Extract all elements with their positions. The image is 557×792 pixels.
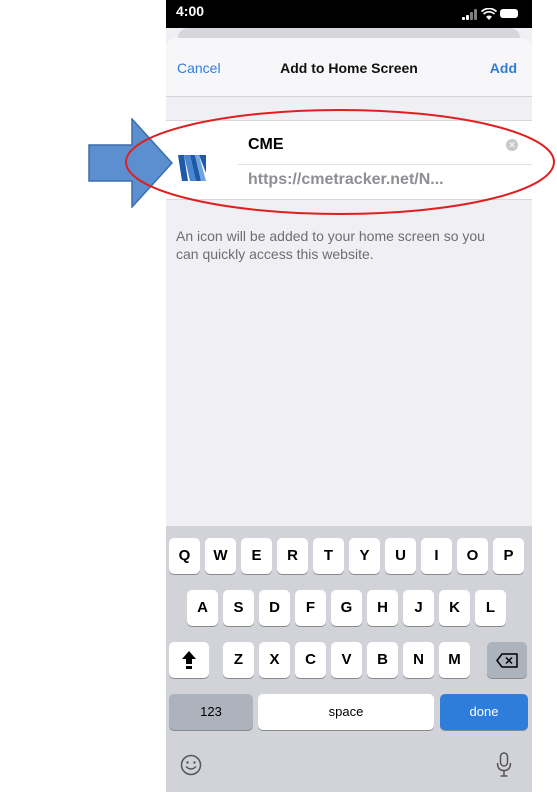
keyboard: Q W E R T Y U I O P A S D F G H J K L Z … [166,526,532,792]
key-z[interactable]: Z [223,642,254,678]
key-e[interactable]: E [241,538,272,574]
key-t[interactable]: T [313,538,344,574]
key-v[interactable]: V [331,642,362,678]
key-s[interactable]: S [223,590,254,626]
nav-bar: Cancel Add to Home Screen Add [166,38,532,96]
key-k[interactable]: K [439,590,470,626]
key-l[interactable]: L [475,590,506,626]
status-bar: 4:00 [166,0,532,28]
signal-icon [462,8,478,20]
microphone-icon[interactable] [496,752,512,778]
key-o[interactable]: O [457,538,488,574]
status-time: 4:00 [176,3,205,19]
key-c[interactable]: C [295,642,326,678]
status-icons [462,8,520,20]
space-key[interactable]: space [258,694,434,730]
delete-key[interactable] [487,642,527,678]
key-y[interactable]: Y [349,538,380,574]
emoji-icon[interactable] [180,754,202,776]
key-b[interactable]: B [367,642,398,678]
key-h[interactable]: H [367,590,398,626]
key-j[interactable]: J [403,590,434,626]
key-a[interactable]: A [187,590,218,626]
key-n[interactable]: N [403,642,434,678]
key-p[interactable]: P [493,538,524,574]
delete-icon [496,653,518,668]
key-u[interactable]: U [385,538,416,574]
battery-icon [500,9,518,18]
key-m[interactable]: M [439,642,470,678]
nav-divider [166,96,532,97]
shift-icon [182,651,196,669]
key-r[interactable]: R [277,538,308,574]
key-x[interactable]: X [259,642,290,678]
numbers-key[interactable]: 123 [169,694,253,730]
key-f[interactable]: F [295,590,326,626]
key-g[interactable]: G [331,590,362,626]
shift-key[interactable] [169,642,209,678]
key-i[interactable]: I [421,538,452,574]
add-button[interactable]: Add [490,60,517,76]
help-text: An icon will be added to your home scree… [176,228,485,262]
done-key[interactable]: done [440,694,528,730]
key-q[interactable]: Q [169,538,200,574]
page-title: Add to Home Screen [280,60,418,76]
key-w[interactable]: W [205,538,236,574]
wifi-icon [481,8,497,20]
annotation-ellipse [125,109,555,215]
key-d[interactable]: D [259,590,290,626]
